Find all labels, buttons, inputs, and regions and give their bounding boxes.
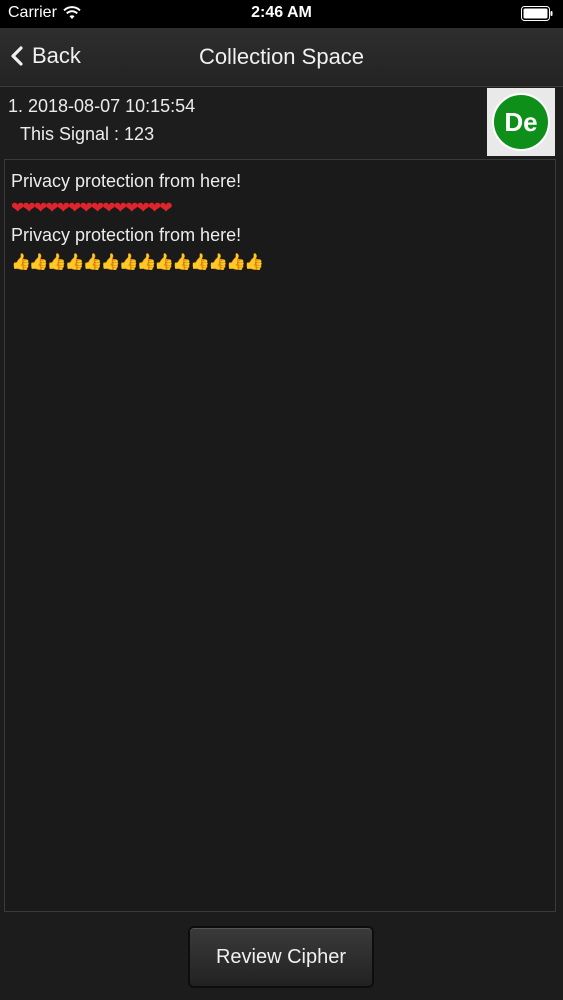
battery-icon bbox=[521, 6, 553, 21]
content-text-line: Privacy protection from here! bbox=[11, 225, 242, 245]
page-title: Collection Space bbox=[198, 44, 365, 69]
heart-icon-row: ❤❤❤❤❤❤❤❤❤❤❤❤❤❤ bbox=[11, 200, 173, 217]
status-bar: Carrier 2:46 AM bbox=[0, 0, 563, 28]
bottom-toolbar: Review Cipher bbox=[0, 914, 563, 1000]
thumbs-up-icon-row: 👍👍👍👍👍👍👍👍👍👍👍👍👍👍 bbox=[11, 254, 264, 271]
navigation-bar: Back Collection Space bbox=[0, 28, 563, 87]
avatar: De bbox=[492, 93, 550, 151]
content-text-line: Privacy protection from here! bbox=[11, 171, 242, 191]
review-cipher-button[interactable]: Review Cipher bbox=[188, 926, 374, 988]
entry-timestamp: 1. 2018-08-07 10:15:54 bbox=[8, 96, 196, 116]
message-content[interactable]: Privacy protection from here! ❤❤❤❤❤❤❤❤❤❤… bbox=[4, 159, 556, 912]
entry-header: 1. 2018-08-07 10:15:54 This Signal : 123… bbox=[0, 87, 563, 157]
status-time: 2:46 AM bbox=[251, 4, 312, 21]
signal-label: This Signal : 123 bbox=[20, 124, 155, 144]
heart-emoji-row: ❤❤❤❤❤❤❤❤❤❤❤❤❤❤ bbox=[11, 195, 549, 222]
thumbs-up-emoji-row: 👍👍👍👍👍👍👍👍👍👍👍👍👍👍 bbox=[11, 249, 549, 276]
avatar-frame[interactable]: De bbox=[487, 88, 555, 156]
